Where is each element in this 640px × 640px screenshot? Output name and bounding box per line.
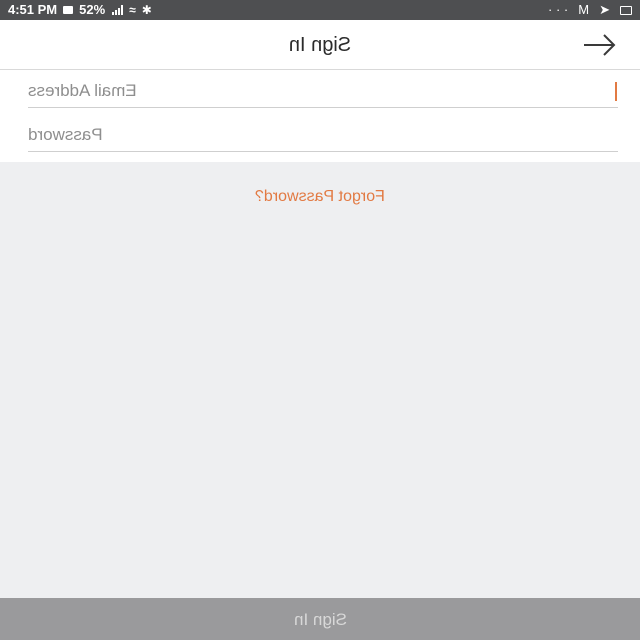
sign-in-button-label: Sign In xyxy=(293,610,347,629)
status-right-group: · · · M ➤ xyxy=(538,0,632,20)
page-title: Sign In xyxy=(288,34,352,56)
email-field-container xyxy=(28,77,618,108)
messenger-icon: ➤ xyxy=(599,2,610,17)
gmail-icon: M xyxy=(578,2,590,17)
signal-icon xyxy=(111,5,124,15)
wifi-icon: ≈ xyxy=(129,3,136,17)
more-icon: · · · xyxy=(548,2,569,17)
forgot-password-label: Forgot Password? xyxy=(255,188,385,205)
header: Sign In xyxy=(0,20,640,70)
forgot-password-link[interactable]: Forgot Password? xyxy=(0,188,640,206)
mail-icon xyxy=(620,5,632,15)
password-field[interactable] xyxy=(28,121,618,149)
sign-in-screen: 4:51 PM 52% ≈ ✱ · · · M ➤ Sign In Email … xyxy=(0,0,640,640)
status-bar: 4:51 PM 52% ≈ ✱ · · · M ➤ xyxy=(0,0,640,20)
battery-icon xyxy=(63,6,74,14)
status-time: 4:51 PM xyxy=(8,2,58,17)
status-left-group: 4:51 PM 52% ≈ ✱ xyxy=(8,0,158,20)
text-caret xyxy=(615,82,617,101)
email-field[interactable] xyxy=(28,77,618,105)
sign-in-button[interactable]: Sign In xyxy=(0,598,640,640)
bluetooth-icon: ✱ xyxy=(141,3,152,17)
password-field-container xyxy=(28,121,618,152)
arrow-icon[interactable] xyxy=(580,32,620,58)
battery-level: 52% xyxy=(79,2,106,17)
